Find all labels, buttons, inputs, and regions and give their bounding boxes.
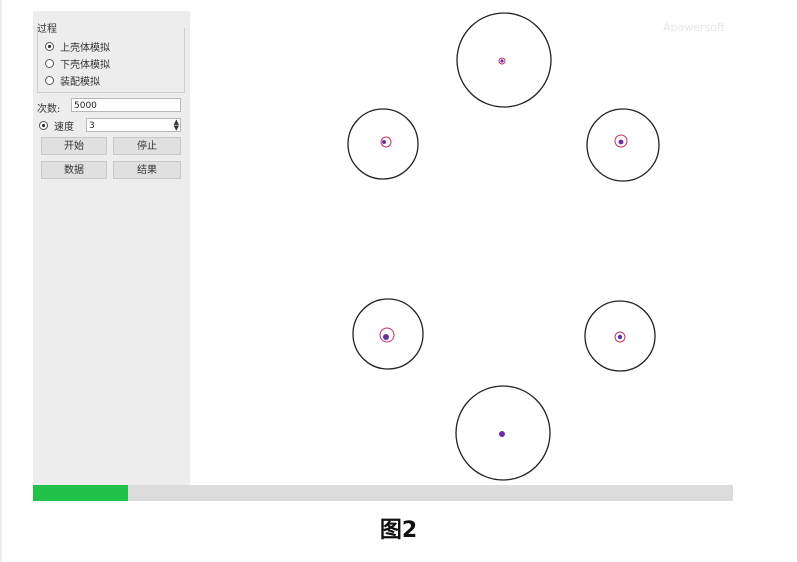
outer-circle-upper-left (347, 108, 419, 180)
marker-upper-left (382, 140, 386, 144)
radio-label: 装配模拟 (60, 76, 100, 88)
radio-lower-shell[interactable]: 下壳体模拟 (45, 56, 110, 71)
speed-radio-icon[interactable] (39, 120, 48, 130)
radio-icon[interactable] (45, 75, 54, 85)
radio-label: 下壳体模拟 (60, 59, 110, 71)
count-label: 次数: (37, 104, 61, 115)
radio-icon[interactable] (45, 58, 54, 68)
lower-left-circle-group (352, 298, 424, 370)
marker-lower-left (383, 334, 389, 340)
upper-right-circle-group (586, 108, 660, 182)
count-input[interactable]: 5000 (71, 98, 181, 112)
figure-caption: 图2 (379, 518, 418, 543)
speed-radio-row[interactable]: 速度 (39, 118, 74, 133)
speed-spinbox[interactable]: 3 ▲ ▼ (86, 118, 181, 132)
progress-bar (33, 485, 733, 501)
lower-right-circle-group (584, 300, 656, 372)
start-button[interactable]: 开始 (41, 137, 107, 155)
stop-button[interactable]: 停止 (113, 137, 181, 155)
simulation-window: 过程 上壳体模拟 下壳体模拟 装配模拟 次数: 5000 速度 3 ▲ ▼ 开始 … (33, 11, 733, 501)
progress-fill (33, 485, 128, 501)
speed-label: 速度 (54, 121, 74, 133)
bottom-circle-group (455, 385, 551, 481)
marker-bottom (499, 431, 505, 437)
radio-upper-shell[interactable]: 上壳体模拟 (45, 39, 110, 54)
marker-upper-right (618, 139, 624, 145)
top-circle-group (456, 12, 552, 108)
radio-icon[interactable] (45, 41, 54, 51)
upper-left-circle-group (347, 108, 419, 180)
control-panel: 过程 上壳体模拟 下壳体模拟 装配模拟 次数: 5000 速度 3 ▲ ▼ 开始 … (33, 11, 190, 485)
canvas-drawing (347, 12, 660, 481)
spin-arrows-icon[interactable]: ▲ ▼ (174, 119, 179, 132)
data-button[interactable]: 数据 (41, 161, 107, 179)
marker-top (500, 59, 504, 63)
radio-label: 上壳体模拟 (60, 42, 110, 54)
marker-lower-right (617, 334, 623, 340)
outer-circle-top (456, 12, 552, 108)
simulation-canvas[interactable]: Apowersoft (190, 11, 733, 485)
outer-circle-lower-left (352, 298, 424, 370)
outer-circle-upper-right (586, 108, 660, 182)
speed-value: 3 (89, 121, 95, 131)
frame-edge (0, 0, 2, 562)
result-button[interactable]: 结果 (113, 161, 181, 179)
radio-assembly[interactable]: 装配模拟 (45, 73, 100, 88)
